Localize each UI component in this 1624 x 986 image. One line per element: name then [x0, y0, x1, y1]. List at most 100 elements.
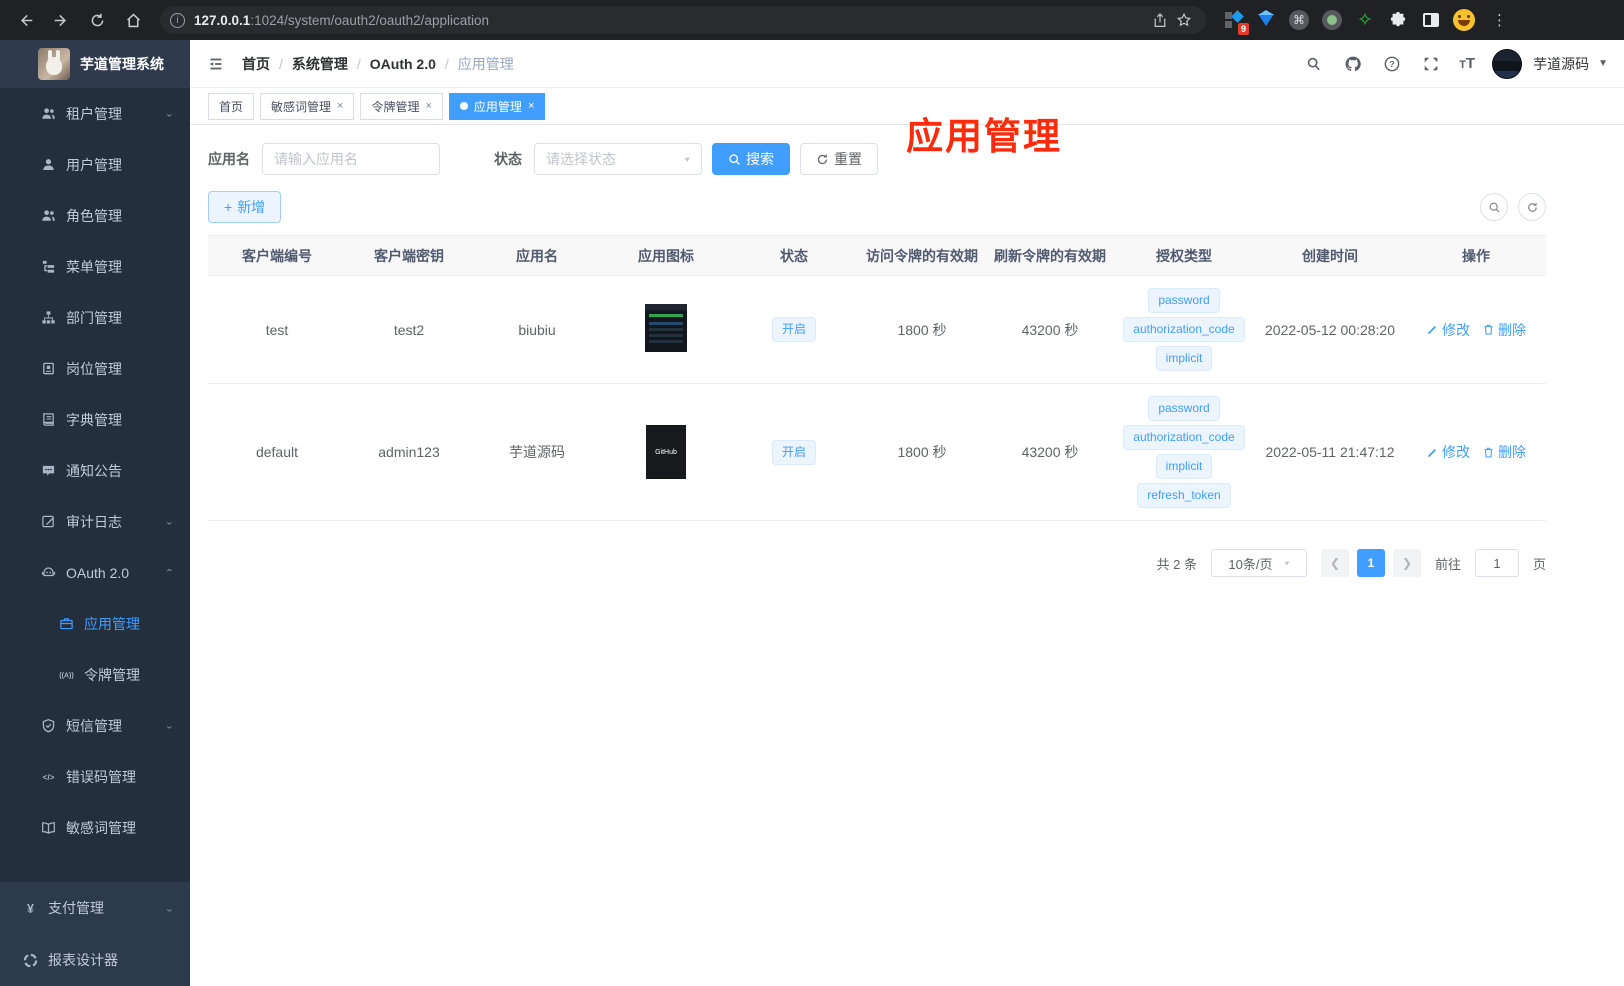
breadcrumb-item[interactable]: 系统管理 — [292, 54, 348, 74]
goto-label: 前往 — [1434, 556, 1461, 572]
badge-icon — [40, 361, 56, 377]
breadcrumb-item: 应用管理 — [457, 55, 514, 72]
sidebar-item-应用管理[interactable]: 应用管理 — [0, 598, 190, 649]
extension-gem-icon[interactable] — [1255, 9, 1277, 31]
sidebar-item-OAuth 2.0[interactable]: OAuth 2.0 ⌃ — [0, 547, 190, 598]
sidebar-item-部门管理[interactable]: 部门管理 — [0, 292, 190, 343]
sidebar-item-岗位管理[interactable]: 岗位管理 — [0, 343, 190, 394]
cell-actions: 修改 删除 — [1406, 383, 1546, 521]
chevron-up-icon: ⌃ — [164, 568, 174, 578]
message-icon — [40, 463, 56, 479]
sidebar-item-字典管理[interactable]: 字典管理 — [0, 394, 190, 445]
close-icon[interactable]: × — [425, 100, 431, 112]
sidebar-collapse-icon[interactable] — [206, 54, 226, 74]
sidebar-item-令牌管理[interactable]: ((A)) 令牌管理 — [0, 649, 190, 700]
delete-link[interactable]: 删除 — [1482, 320, 1526, 340]
edit-link[interactable]: 修改 — [1426, 442, 1470, 462]
reset-button[interactable]: 重置 — [800, 143, 878, 175]
tab-令牌管理[interactable]: 令牌管理 × — [360, 92, 443, 120]
sidebar-item-用户管理[interactable]: 用户管理 — [0, 139, 190, 190]
code-icon: </> — [40, 769, 56, 785]
table-body: test test2 biubiu 开启 1800 秒 43200 秒 password au… — [208, 275, 1546, 521]
avatar[interactable] — [1492, 48, 1523, 79]
cell-app-name: biubiu — [472, 275, 602, 384]
sidebar-item-菜单管理[interactable]: 菜单管理 — [0, 241, 190, 292]
sidebar-item-支付管理[interactable]: ¥ 支付管理 ⌄ — [0, 882, 190, 934]
site-info-icon[interactable]: i — [170, 12, 185, 28]
bookmark-star-icon[interactable] — [1172, 8, 1196, 32]
sidebar-item-敏感词管理[interactable]: 敏感词管理 — [0, 802, 190, 853]
search-button[interactable]: 搜索 — [712, 143, 790, 175]
goto-page-input[interactable] — [1474, 549, 1519, 577]
username[interactable]: 芋道源码 — [1533, 54, 1589, 74]
extensions-puzzle-icon[interactable] — [1387, 9, 1409, 31]
cell-created-at: 2022-05-11 21:47:12 — [1254, 383, 1406, 521]
breadcrumb-item[interactable]: 首页 — [242, 54, 270, 74]
share-icon[interactable] — [1148, 8, 1172, 32]
sidebar-item-label: 审计日志 — [66, 513, 122, 530]
grant-type-tag: refresh_token — [1137, 483, 1231, 508]
tab-应用管理[interactable]: 应用管理 × — [448, 92, 546, 120]
add-button[interactable]: + 新增 — [208, 191, 282, 223]
sidebar-item-报表设计器[interactable]: 报表设计器 — [0, 934, 190, 986]
browser-menu-icon[interactable]: ⋮ — [1492, 11, 1507, 29]
chevron-down-icon[interactable]: ▼ — [1598, 58, 1608, 69]
extension-record-icon[interactable] — [1321, 9, 1343, 31]
column-header: 应用名 — [472, 235, 602, 276]
app-logo[interactable]: 芋道管理系统 — [0, 40, 190, 88]
cell-refresh-token-ttl: 43200 秒 — [986, 275, 1114, 384]
sidebar-item-租户管理[interactable]: 租户管理 ⌄ — [0, 88, 190, 139]
sidebar-item-label: 支付管理 — [48, 900, 104, 916]
address-bar[interactable]: i 127.0.0.1:1024/system/oauth2/oauth2/ap… — [160, 6, 1206, 34]
applications-table: 客户端编号 客户端密钥 应用名 应用图标 状态 访问令牌的有效期 刷新令牌的有效期 授权类型创… — [208, 235, 1546, 521]
close-icon[interactable]: × — [337, 100, 343, 112]
cell-created-at: 2022-05-12 00:28:20 — [1254, 275, 1406, 384]
page-size-select[interactable]: 10条/页 ▾ — [1210, 549, 1307, 577]
github-icon[interactable] — [1342, 53, 1364, 75]
table-row: default admin123 芋道源码 GitHub 开启 1800 秒 43200 秒… — [208, 383, 1546, 521]
column-header: 客户端密钥 — [346, 235, 472, 276]
sidebar-item-审计日志[interactable]: 审计日志 ⌄ — [0, 496, 190, 547]
users-icon — [40, 106, 56, 122]
sidebar-item-通知公告[interactable]: 通知公告 — [0, 445, 190, 496]
grant-type-tag: implicit — [1155, 454, 1213, 479]
profile-emoji-icon[interactable] — [1453, 9, 1475, 31]
browser-back-button[interactable] — [10, 5, 40, 35]
next-page-button[interactable]: ❯ — [1392, 549, 1421, 577]
tab-label: 首页 — [219, 99, 244, 114]
font-size-icon[interactable]: TT — [1459, 55, 1475, 72]
sidebar-item-短信管理[interactable]: 短信管理 ⌄ — [0, 700, 190, 751]
yen-icon: ¥ — [22, 900, 38, 916]
current-page-button[interactable]: 1 — [1356, 549, 1385, 577]
delete-link[interactable]: 删除 — [1482, 442, 1526, 462]
browser-reload-button[interactable] — [82, 5, 112, 35]
chevron-down-icon: ⌄ — [164, 721, 174, 731]
prev-page-button[interactable]: ❮ — [1320, 549, 1349, 577]
sidebar-item-label: 租户管理 — [66, 105, 122, 122]
extension-green-star-icon[interactable]: ✧ — [1354, 9, 1376, 31]
sidebar-item-角色管理[interactable]: 角色管理 — [0, 190, 190, 241]
breadcrumb-separator: / — [356, 55, 361, 72]
breadcrumb-item[interactable]: OAuth 2.0 — [370, 56, 436, 72]
browser-forward-button[interactable] — [46, 5, 76, 35]
search-icon[interactable] — [1303, 53, 1325, 75]
extension-command-icon[interactable]: ⌘ — [1288, 9, 1310, 31]
app-name-input[interactable] — [262, 143, 440, 175]
refresh-button[interactable] — [1518, 193, 1546, 221]
status-select[interactable]: 请选择状态 ▾ — [534, 143, 702, 175]
browser-home-button[interactable] — [118, 5, 148, 35]
extension-tabs-icon[interactable]: 9 — [1222, 9, 1249, 35]
tab-敏感词管理[interactable]: 敏感词管理 × — [260, 92, 355, 120]
hide-search-button[interactable] — [1480, 193, 1508, 221]
edit-link[interactable]: 修改 — [1426, 320, 1470, 340]
sidebar-item-错误码管理[interactable]: </> 错误码管理 — [0, 751, 190, 802]
help-icon[interactable]: ? — [1381, 53, 1403, 75]
sidebar-menu: 租户管理 ⌄ 用户管理 角色管理 菜单管理 部门管理 岗位管理 字典管理 通知公告 审计日志 ⌄ OA… — [0, 88, 190, 882]
tab-首页[interactable]: 首页 — [208, 92, 255, 120]
app-name-label: 应用名 — [208, 151, 250, 167]
close-icon[interactable]: × — [528, 100, 534, 112]
fullscreen-icon[interactable] — [1420, 53, 1442, 75]
split-view-icon[interactable] — [1420, 9, 1442, 31]
sidebar-item-label: 应用管理 — [84, 615, 140, 632]
breadcrumb-separator: / — [444, 55, 449, 72]
